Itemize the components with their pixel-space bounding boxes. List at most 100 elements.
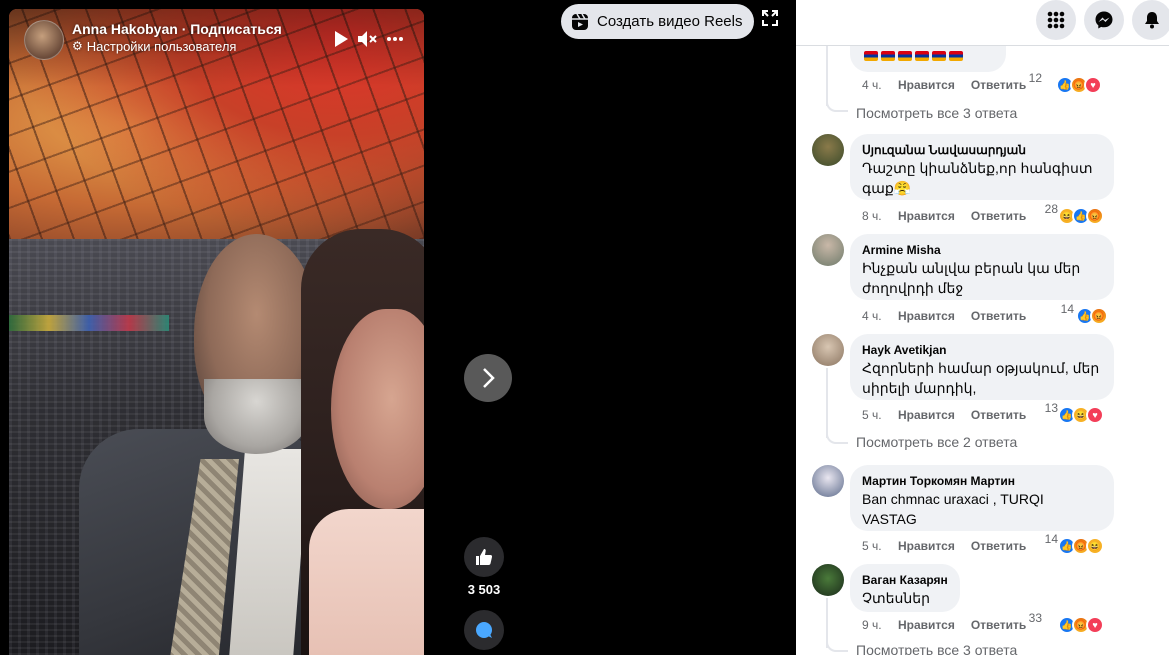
love-reaction-icon: ♥ [1084, 76, 1102, 94]
video-player[interactable] [9, 9, 424, 655]
love-reaction-icon: ♥ [1086, 406, 1104, 424]
reaction-count: 33 [1028, 611, 1042, 625]
comment-text: Հզորների համար օթյակում, մեր սիրելի մարդ… [862, 360, 1100, 396]
reaction-count: 13 [1044, 401, 1058, 415]
avatar[interactable] [812, 134, 844, 166]
owner-name[interactable]: Anna Hakobyan · Подписаться [72, 20, 282, 38]
comment-bubble: Ваган Казарян Չտեսներ [850, 564, 960, 612]
messenger-icon [1095, 11, 1113, 29]
chevron-right-icon [483, 368, 495, 388]
reactions[interactable]: 👍 😡 [1076, 307, 1108, 325]
armenian-flag-icon [932, 50, 946, 61]
avatar[interactable] [812, 465, 844, 497]
reactions[interactable]: 👍 😡 😆 [1058, 537, 1104, 555]
avatar[interactable] [812, 334, 844, 366]
comment-author[interactable]: Սյուզանա Նավասարդյան [862, 142, 1102, 158]
comment-time[interactable]: 4 ч. [862, 78, 898, 92]
angry-reaction-icon: 😡 [1086, 207, 1104, 225]
angry-reaction-icon: 😡 [1090, 307, 1108, 325]
video-owner: Anna Hakobyan · Подписаться ⚙ Настройки … [24, 20, 282, 60]
more-options-icon[interactable] [384, 28, 406, 50]
reaction-count: 14 [1044, 532, 1058, 546]
avatar[interactable] [812, 564, 844, 596]
comment-text: Ban chmnac uraxaci , TURQI VASTAG [862, 491, 1044, 527]
create-reels-button[interactable]: Создать видео Reels [561, 4, 755, 39]
comment-text: Դաշտը կիանձնեք,որ հանգիստ գաք😤 [862, 160, 1093, 196]
like-link[interactable]: Нравится [898, 408, 955, 422]
thread-line [826, 46, 828, 106]
like-button[interactable] [464, 537, 504, 577]
like-link[interactable]: Нравится [898, 618, 955, 632]
comment-bubble: Սյուզանա Նավասարդյան Դաշտը կիանձնեք,որ հ… [850, 134, 1114, 200]
reactions[interactable]: 👍 😆 ♥ [1058, 406, 1104, 424]
user-settings-label: Настройки пользователя [86, 39, 237, 54]
mute-icon[interactable] [356, 28, 378, 50]
menu-button[interactable] [1036, 0, 1076, 40]
video-viewer: Anna Hakobyan · Подписаться ⚙ Настройки … [0, 0, 796, 655]
reaction-count: 28 [1044, 202, 1058, 216]
reactions[interactable]: 👍 😡 ♥ [1056, 76, 1102, 94]
comment-author[interactable]: Ваган Казарян [862, 572, 948, 588]
thread-line [826, 368, 828, 438]
comment-button[interactable] [464, 610, 504, 650]
top-navbar [796, 0, 1169, 46]
grid-menu-icon [1047, 11, 1065, 29]
reactions[interactable]: 👍 😡 ♥ [1058, 616, 1104, 634]
comment-author[interactable]: Мартин Торкомян Мартин [862, 473, 1102, 489]
comment-meta: 8 ч. Нравится Ответить [862, 209, 1042, 223]
comment-meta: 5 ч. Нравится Ответить [862, 539, 1042, 553]
armenian-flag-icon [881, 50, 895, 61]
comments-panel: 4 ч. Нравится Ответить 12 👍 😡 ♥ Посмотре… [796, 0, 1169, 655]
reply-link[interactable]: Ответить [971, 309, 1026, 323]
messenger-button[interactable] [1084, 0, 1124, 40]
video-shade [9, 9, 424, 655]
armenian-flag-icon [949, 50, 963, 61]
like-link[interactable]: Нравится [898, 78, 955, 92]
comment-bubble: Мартин Торкомян Мартин Ban chmnac uraxac… [850, 465, 1114, 531]
comment-meta: 5 ч. Нравится Ответить [862, 408, 1042, 422]
thread-hook [826, 432, 848, 444]
view-replies-link[interactable]: Посмотреть все 3 ответа [856, 642, 1017, 655]
comment-text: Չտեսներ [862, 590, 930, 606]
comment-time[interactable]: 8 ч. [862, 209, 898, 223]
comment-text: Ինչքան անլվա բերան կա մեր ժողովրդի մեջ [862, 260, 1081, 296]
comment-time[interactable]: 5 ч. [862, 539, 898, 553]
thread-hook [826, 100, 848, 112]
thread-hook [826, 640, 848, 652]
avatar[interactable] [812, 234, 844, 266]
armenian-flag-icon [898, 50, 912, 61]
like-link[interactable]: Нравится [898, 209, 955, 223]
like-link[interactable]: Нравится [898, 309, 955, 323]
comment-bubble: Hayk Avetikjan Հզորների համար օթյակում, … [850, 334, 1114, 400]
play-icon[interactable] [330, 28, 352, 50]
armenian-flag-icon [915, 50, 929, 61]
comment-meta: 4 ч. Нравится Ответить [862, 309, 1042, 323]
love-reaction-icon: ♥ [1086, 616, 1104, 634]
view-replies-link[interactable]: Посмотреть все 3 ответа [856, 105, 1017, 121]
reaction-count: 14 [1060, 302, 1074, 316]
comment-icon [476, 622, 492, 638]
user-settings[interactable]: ⚙ Настройки пользователя [72, 38, 282, 55]
view-replies-link[interactable]: Посмотреть все 2 ответа [856, 434, 1017, 450]
next-video-button[interactable] [464, 354, 512, 402]
armenian-flag-icon [864, 50, 878, 61]
comment-bubble: Armine Misha Ինչքան անլվա բերան կա մեր ժ… [850, 234, 1114, 300]
gear-icon: ⚙ [72, 39, 83, 53]
emoji-flags [850, 44, 1006, 72]
fullscreen-icon[interactable] [760, 8, 780, 28]
like-link[interactable]: Нравится [898, 539, 955, 553]
reactions[interactable]: 😆 👍 😡 [1058, 207, 1104, 225]
comment-author[interactable]: Hayk Avetikjan [862, 342, 1102, 358]
reaction-count: 12 [1028, 71, 1042, 85]
notifications-button[interactable] [1132, 0, 1169, 40]
comment-author[interactable]: Armine Misha [862, 242, 1102, 258]
comment-time[interactable]: 9 ч. [862, 618, 898, 632]
comment-time[interactable]: 4 ч. [862, 309, 898, 323]
comment-time[interactable]: 5 ч. [862, 408, 898, 422]
bell-icon [1145, 12, 1159, 29]
owner-avatar[interactable] [24, 20, 64, 60]
thumbs-up-icon [476, 549, 493, 565]
create-reels-label: Создать видео Reels [597, 13, 743, 30]
reels-icon [572, 13, 588, 30]
haha-reaction-icon: 😆 [1086, 537, 1104, 555]
